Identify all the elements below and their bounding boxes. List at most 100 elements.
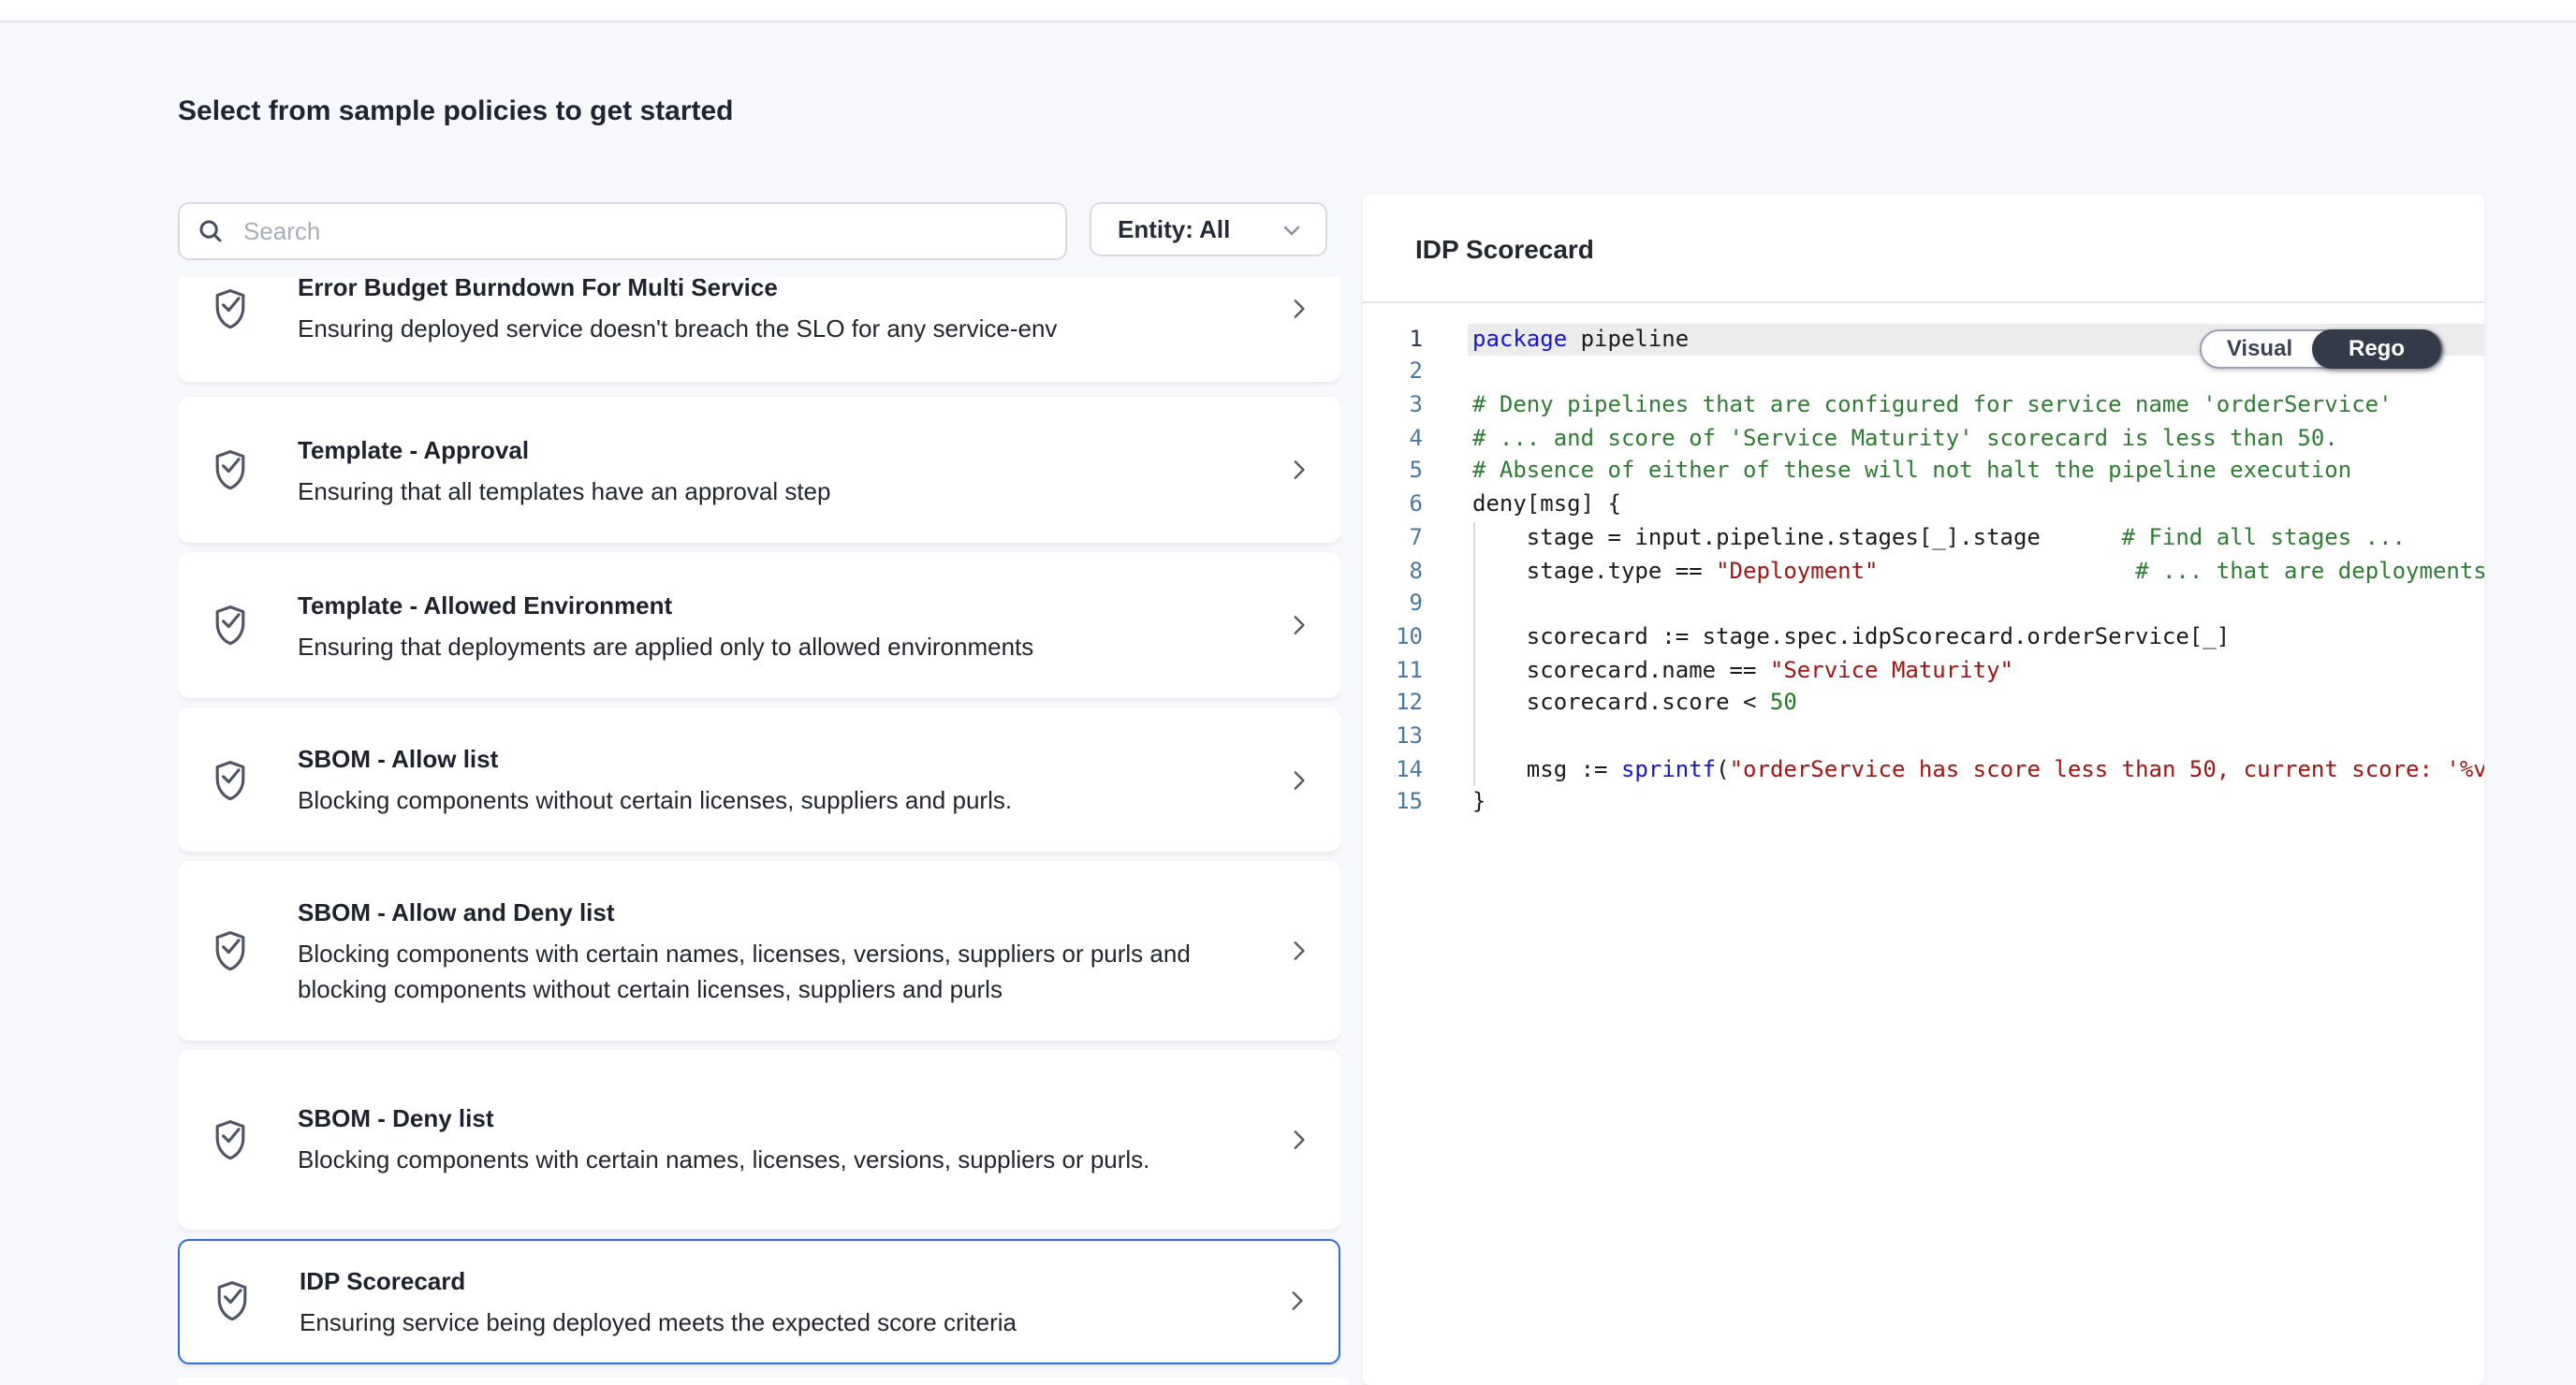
line-number: 8 — [1363, 555, 1423, 588]
code-token: } — [1472, 789, 1486, 815]
search-input[interactable] — [240, 215, 1065, 247]
code-text: stage = input.pipeline.stages[_].stage #… — [1472, 522, 2406, 555]
policy-card[interactable]: SBOM - Allow and Deny list Blocking comp… — [178, 861, 1340, 1041]
code-token: "Deployment" — [1716, 557, 1878, 583]
policy-title: Template - Allowed Environment — [298, 587, 1251, 622]
code-line: 10 scorecard := stage.spec.idpScorecard.… — [1363, 621, 2484, 654]
code-token: "orderService has score less than 50, cu… — [1730, 755, 2484, 781]
toggle-option-visual[interactable]: Visual — [2202, 330, 2318, 366]
code-line: 7 stage = input.pipeline.stages[_].stage… — [1363, 522, 2484, 555]
code-token: msg := — [1472, 755, 1621, 781]
line-number: 12 — [1363, 688, 1423, 721]
policy-card[interactable]: SBOM - Deny list Blocking components wit… — [178, 1050, 1340, 1229]
chevron-right-icon — [1286, 939, 1310, 963]
policy-description: Ensuring that all templates have an appr… — [298, 473, 1251, 508]
code-token: # Find all stages ... — [2122, 524, 2406, 550]
code-text: # Deny pipelines that are configured for… — [1472, 389, 2393, 422]
line-number: 14 — [1363, 753, 1423, 786]
code-token: # ... that are deployments — [2135, 557, 2484, 583]
code-token: scorecard.name == — [1472, 656, 1770, 682]
policy-title: SBOM - Allow list — [298, 741, 1251, 777]
policy-card[interactable]: Error Budget Burndown For Multi Service … — [178, 277, 1340, 381]
line-number: 9 — [1363, 588, 1423, 620]
policy-card-text: Template - Allowed Environment Ensuring … — [178, 587, 1340, 663]
policy-samples-screen: Select from sample policies to get start… — [0, 0, 2576, 1385]
toggle-option-rego[interactable]: Rego — [2312, 329, 2441, 368]
policy-card-text: Template - Approval Ensuring that all te… — [178, 431, 1340, 508]
policy-title: Error Budget Burndown For Multi Service — [298, 277, 1251, 305]
line-number: 10 — [1363, 621, 1423, 654]
preview-title: IDP Scorecard — [1415, 233, 1594, 263]
policy-card[interactable]: Template - Allowed Environment Ensuring … — [178, 552, 1340, 698]
code-token: # Absence of either of these will not ha… — [1472, 458, 2351, 484]
policy-preview-panel: IDP Scorecard Visual Rego 1package pipel… — [1363, 195, 2484, 1385]
search-box[interactable] — [178, 202, 1067, 260]
shield-check-icon — [211, 604, 248, 647]
line-number: 11 — [1363, 654, 1423, 687]
policy-card[interactable]: IDP Scorecard Ensuring service being dep… — [178, 1238, 1340, 1363]
chevron-right-icon — [1286, 296, 1310, 320]
code-token: scorecard := stage.spec.idpScorecard.ord… — [1472, 623, 2230, 649]
code-text: scorecard.score < 50 — [1472, 688, 1797, 721]
code-token: pipeline — [1567, 325, 1689, 351]
policy-card-text: IDP Scorecard Ensuring service being dep… — [180, 1262, 1339, 1339]
policy-description: Ensuring that deployments are applied on… — [298, 628, 1251, 663]
code-token: # ... and score of 'Service Maturity' sc… — [1472, 425, 2338, 451]
chevron-down-icon — [1281, 218, 1303, 241]
line-number: 4 — [1363, 423, 1423, 456]
code-line: 14 msg := sprintf("orderService has scor… — [1363, 753, 2484, 786]
line-number: 3 — [1363, 389, 1423, 422]
line-number: 6 — [1363, 488, 1423, 521]
code-line: 8 stage.type == "Deployment" # ... that … — [1363, 555, 2484, 588]
policy-card-text: SBOM - Allow list Blocking components wi… — [178, 741, 1340, 818]
code-token: scorecard.score < — [1472, 690, 1770, 716]
code-text: # Absence of either of these will not ha… — [1472, 456, 2351, 488]
policy-description: Blocking components without certain lice… — [298, 782, 1251, 818]
code-text: # ... and score of 'Service Maturity' sc… — [1472, 423, 2338, 456]
line-number: 5 — [1363, 456, 1423, 488]
code-text: } — [1472, 787, 1486, 820]
code-token: deny[msg] { — [1472, 490, 1621, 517]
policy-title: IDP Scorecard — [300, 1262, 1249, 1298]
code-text: deny[msg] { — [1472, 488, 1621, 521]
policy-description: Blocking components with certain names, … — [298, 936, 1251, 1007]
code-token: "Service Maturity" — [1770, 656, 2013, 682]
entity-filter-dropdown[interactable]: Entity: All — [1090, 202, 1327, 256]
chevron-right-icon — [1284, 1289, 1309, 1313]
top-bar — [0, 0, 2576, 22]
policy-description: Ensuring deployed service doesn't breach… — [298, 311, 1251, 346]
view-mode-toggle[interactable]: Visual Rego — [2200, 328, 2443, 368]
code-line: 6 deny[msg] { — [1363, 488, 2484, 521]
code-line: 11 scorecard.name == "Service Maturity" — [1363, 654, 2484, 687]
policy-title: Template - Approval — [298, 431, 1251, 467]
policy-card-text: Error Budget Burndown For Multi Service … — [178, 277, 1340, 346]
rego-code-editor[interactable]: 1package pipeline23# Deny pipelines that… — [1363, 303, 2484, 820]
code-text: stage.type == "Deployment" # ... that ar… — [1472, 555, 2484, 588]
code-token: 50 — [1770, 690, 1797, 716]
code-line: 3 # Deny pipelines that are configured fo… — [1363, 389, 2484, 422]
policy-title: SBOM - Deny list — [298, 1101, 1251, 1137]
policy-card-text: SBOM - Deny list Blocking components wit… — [178, 1101, 1340, 1178]
shield-check-icon — [211, 448, 248, 491]
policy-title: SBOM - Allow and Deny list — [298, 895, 1251, 930]
shield-check-icon — [212, 1279, 250, 1322]
code-line: 12 scorecard.score < 50 — [1363, 688, 2484, 721]
line-number: 13 — [1363, 721, 1423, 753]
code-token: stage = input.pipeline.stages[_].stage — [1472, 524, 2122, 550]
policy-list[interactable]: Error Budget Burndown For Multi Service … — [178, 277, 1340, 1385]
code-line: 9 — [1363, 588, 2484, 620]
policy-card[interactable]: SBOM - Allow list Blocking components wi… — [178, 707, 1340, 852]
shield-check-icon — [211, 1118, 248, 1161]
code-token — [1879, 557, 2136, 583]
code-token: ( — [1716, 755, 1729, 781]
shield-check-icon — [211, 286, 248, 329]
list-footer-edge — [178, 1378, 1348, 1385]
chevron-right-icon — [1286, 613, 1310, 637]
preview-header: IDP Scorecard — [1363, 195, 2484, 303]
code-text: scorecard := stage.spec.idpScorecard.ord… — [1472, 621, 2230, 654]
code-token: sprintf — [1621, 755, 1716, 781]
policy-card[interactable]: Template - Approval Ensuring that all te… — [178, 397, 1340, 543]
code-text: scorecard.name == "Service Maturity" — [1472, 654, 2013, 687]
code-text: msg := sprintf("orderService has score l… — [1472, 753, 2484, 786]
entity-filter-label: Entity: All — [1118, 215, 1281, 243]
